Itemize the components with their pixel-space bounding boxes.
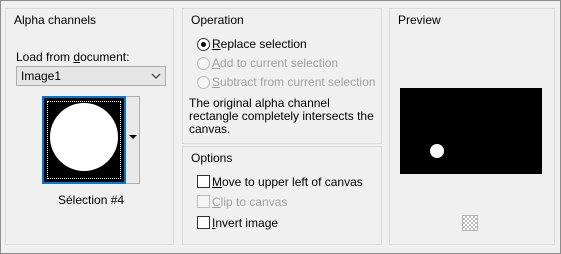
dropdown-arrow-icon: [129, 135, 137, 139]
document-select-value: Image1: [21, 69, 62, 83]
checkbox-box[interactable]: [197, 216, 210, 229]
checkbox-label: Clip to canvas: [212, 195, 288, 209]
options-title: Options: [191, 151, 233, 165]
operation-title: Operation: [191, 13, 244, 27]
checkerboard-icon[interactable]: [462, 215, 478, 231]
operation-description: The original alpha channel rectangle com…: [189, 96, 374, 136]
document-select[interactable]: Image1: [16, 66, 166, 86]
radio-button[interactable]: [197, 38, 210, 51]
chevron-down-icon: [151, 73, 161, 79]
checkbox-box[interactable]: [197, 175, 210, 188]
checkbox-label: Invert image: [212, 216, 279, 230]
radio-label: Add to current selection: [212, 56, 339, 70]
thumbnail-caption: Sélection #4: [58, 193, 125, 207]
radio-button[interactable]: [197, 57, 210, 70]
thumbnail-circle-shape: [50, 103, 118, 171]
preview-canvas: [400, 88, 542, 174]
alpha-channel-thumbnail[interactable]: [42, 96, 126, 184]
radio-label: Replace selection: [212, 37, 307, 51]
checkbox-box[interactable]: [197, 195, 210, 208]
preview-selection-shape: [430, 144, 444, 158]
radio-label: Subtract from current selection: [212, 75, 376, 89]
checkbox-label: Move to upper left of canvas: [212, 175, 363, 189]
thumbnail-dropdown-button[interactable]: [126, 96, 140, 184]
preview-title: Preview: [398, 13, 441, 27]
radio-button[interactable]: [197, 76, 210, 89]
load-from-document-label: Load from document:: [16, 50, 130, 64]
alpha-channels-title: Alpha channels: [14, 13, 97, 27]
